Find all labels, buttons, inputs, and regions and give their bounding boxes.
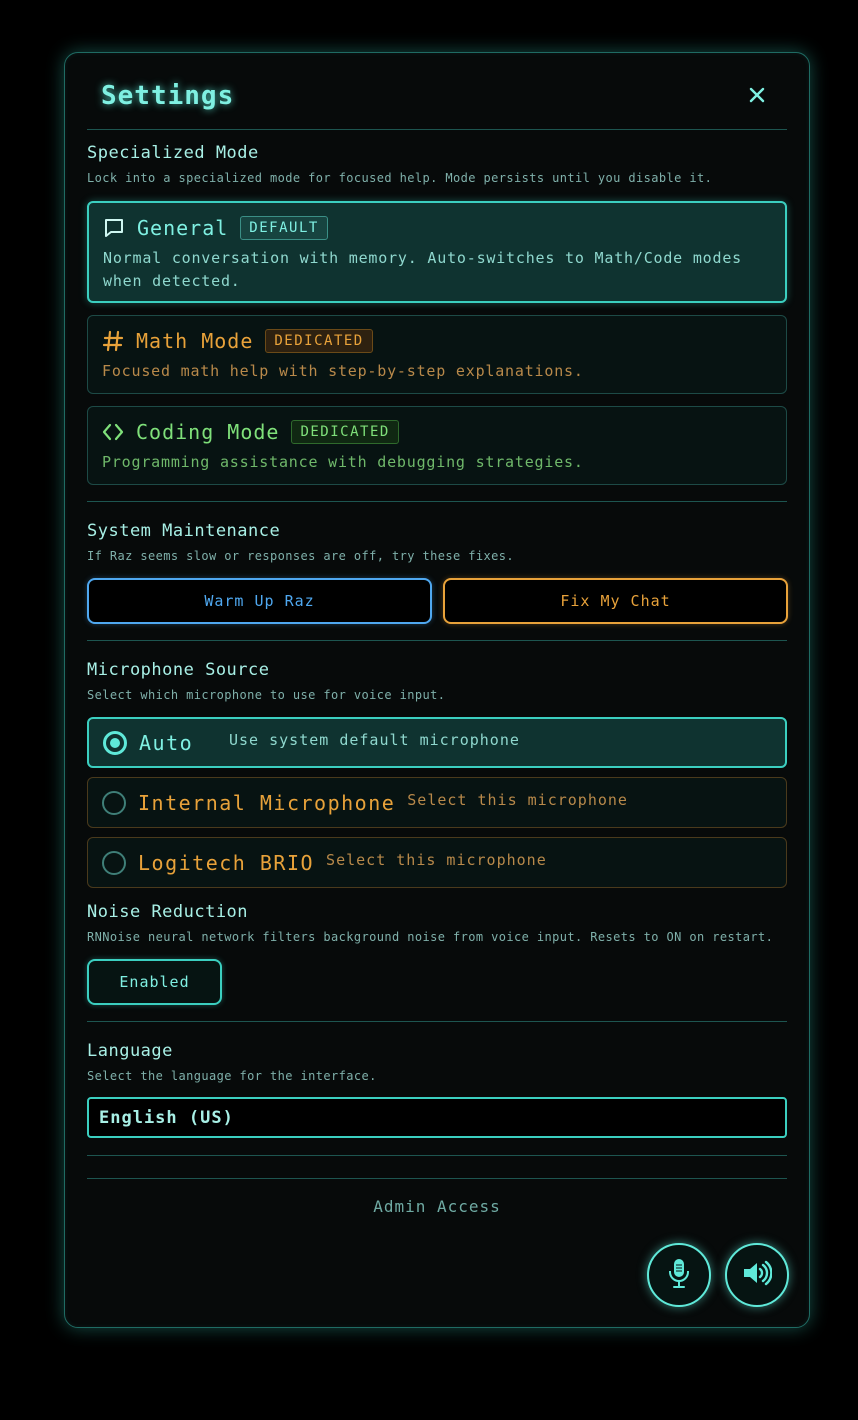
mode-description: Focused math help with step-by-step expl… — [102, 362, 584, 380]
section-title: Microphone Source — [87, 660, 270, 680]
mode-option-coding[interactable]: Coding Mode DEDICATED Programming assist… — [87, 406, 787, 485]
mic-description: Select this microphone — [326, 850, 547, 869]
chat-bubble-icon — [103, 217, 125, 239]
code-icon — [102, 421, 124, 443]
section-description: If Raz seems slow or responses are off, … — [87, 549, 514, 563]
specialized-mode-section: Specialized Mode Lock into a specialized… — [87, 143, 787, 185]
mic-name: Logitech BRIO — [138, 850, 315, 875]
radio-selected-icon[interactable] — [103, 730, 127, 755]
section-description: Lock into a specialized mode for focused… — [87, 171, 713, 185]
noise-reduction-toggle[interactable]: Enabled — [87, 959, 222, 1005]
mode-name: Math Mode — [136, 329, 254, 353]
section-title: Specialized Mode — [87, 143, 259, 163]
section-title: Language — [87, 1041, 173, 1061]
language-section: Language Select the language for the int… — [87, 1041, 787, 1083]
speaker-icon — [742, 1260, 773, 1290]
default-badge: DEFAULT — [240, 216, 328, 240]
close-icon[interactable] — [749, 87, 765, 103]
mic-option-logitech[interactable]: Logitech BRIO Select this microphone — [87, 837, 787, 888]
radio-unselected-icon[interactable] — [102, 790, 126, 815]
speaker-button[interactable] — [725, 1243, 789, 1307]
section-description: Select the language for the interface. — [87, 1069, 377, 1083]
settings-panel: Settings Specialized Mode Lock into a sp… — [64, 52, 810, 1328]
fix-chat-button[interactable]: Fix My Chat — [443, 578, 788, 624]
hash-icon — [102, 330, 124, 352]
section-title: System Maintenance — [87, 521, 281, 541]
divider — [87, 640, 787, 641]
dedicated-badge: DEDICATED — [291, 420, 399, 444]
mic-option-auto[interactable]: Auto Use system default microphone — [87, 717, 787, 768]
mic-description: Use system default microphone — [229, 730, 520, 749]
microphone-section: Microphone Source Select which microphon… — [87, 660, 787, 702]
mic-name: Internal Microphone — [138, 790, 396, 815]
mic-option-internal[interactable]: Internal Microphone Select this micropho… — [87, 777, 787, 828]
warm-up-button[interactable]: Warm Up Raz — [87, 578, 432, 624]
section-description: RNNoise neural network filters backgroun… — [87, 930, 774, 944]
mode-name: Coding Mode — [136, 420, 280, 444]
mode-option-general[interactable]: General DEFAULT Normal conversation with… — [87, 201, 787, 303]
mode-name: General — [137, 216, 229, 240]
microphone-button[interactable] — [647, 1243, 711, 1307]
page-title: Settings — [101, 81, 235, 111]
mode-description: Programming assistance with debugging st… — [102, 453, 584, 471]
section-title: Noise Reduction — [87, 902, 249, 922]
section-description: Select which microphone to use for voice… — [87, 688, 446, 702]
settings-header: Settings — [87, 53, 787, 130]
noise-reduction-section: Noise Reduction RNNoise neural network f… — [87, 902, 787, 944]
mic-description: Select this microphone — [407, 790, 628, 809]
system-maintenance-section: System Maintenance If Raz seems slow or … — [87, 521, 787, 563]
divider — [87, 1178, 787, 1179]
divider — [87, 1155, 787, 1156]
language-select[interactable]: English (US) — [87, 1097, 787, 1138]
divider — [87, 501, 787, 502]
divider — [87, 1021, 787, 1022]
mode-option-math[interactable]: Math Mode DEDICATED Focused math help wi… — [87, 315, 787, 394]
mode-description: Normal conversation with memory. Auto-sw… — [103, 249, 742, 290]
mic-name: Auto — [139, 730, 194, 755]
dedicated-badge: DEDICATED — [265, 329, 373, 353]
admin-access-link[interactable]: Admin Access — [65, 1197, 809, 1216]
radio-unselected-icon[interactable] — [102, 850, 126, 875]
microphone-icon — [667, 1257, 691, 1293]
